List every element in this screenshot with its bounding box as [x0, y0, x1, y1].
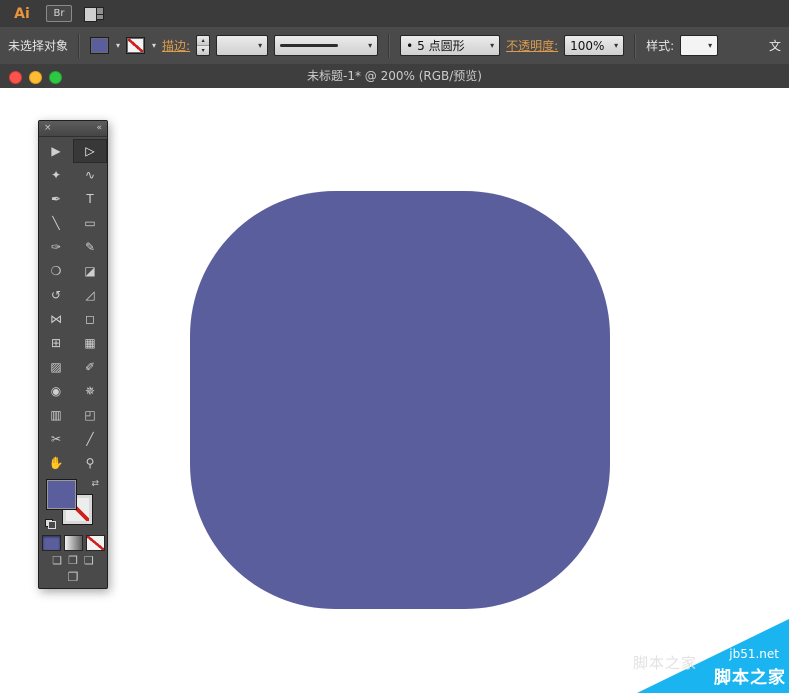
- symbol-sprayer-tool[interactable]: ✵: [73, 379, 107, 403]
- rotate-tool[interactable]: ↺: [39, 283, 73, 307]
- illustrator-logo: Ai: [14, 5, 30, 22]
- document-titlebar: 未标题-1* @ 200% (RGB/预览): [0, 64, 789, 89]
- document-setup-button-partial[interactable]: 文: [769, 37, 781, 54]
- control-bar: 未选择对象 ▾ ▾ 描边: ▴ ▾ ▾ ▾ • 5 点圆形 ▾ 不透明度: 10…: [0, 27, 789, 65]
- line-segment-tool[interactable]: ╲: [39, 211, 73, 235]
- workspace-layout-icon[interactable]: [84, 7, 104, 22]
- hand-tool[interactable]: ✋: [39, 451, 73, 475]
- chevron-down-icon[interactable]: ▾: [708, 41, 712, 50]
- step-down-icon[interactable]: ▾: [197, 46, 210, 55]
- pencil-tool[interactable]: ✎: [73, 235, 107, 259]
- width-profile-preview: [280, 44, 339, 47]
- fill-indicator[interactable]: [46, 479, 77, 510]
- chevron-down-icon[interactable]: ▾: [368, 41, 372, 50]
- gradient-tool[interactable]: ▨: [39, 355, 73, 379]
- document-title: 未标题-1* @ 200% (RGB/预览): [307, 69, 482, 83]
- drawing-mode-buttons: ❏ ❐ ❑: [39, 554, 107, 568]
- paint-gradient-button[interactable]: [63, 535, 83, 551]
- draw-normal-icon[interactable]: ❏: [52, 554, 62, 568]
- default-stroke-mini: [48, 521, 56, 529]
- paint-none-button[interactable]: [85, 535, 105, 551]
- chevron-down-icon[interactable]: ▾: [614, 41, 618, 50]
- knife-tool[interactable]: ╱: [73, 427, 107, 451]
- opacity-value: 100%: [570, 38, 605, 53]
- direct-selection-tool[interactable]: ▷: [73, 139, 107, 163]
- paintbrush-tool[interactable]: ✑: [39, 235, 73, 259]
- watermark-site-name: 脚本之家: [714, 668, 786, 688]
- draw-behind-icon[interactable]: ❐: [68, 554, 78, 568]
- opacity-field[interactable]: 100% ▾: [564, 35, 625, 56]
- tool-grid: ▶ ▷ ✦ ∿ ✒ T ╲ ▭ ✑ ✎ ❍ ◪ ↺ ◿ ⋈ ◻ ⊞ ▦ ▨ ✐ …: [39, 137, 107, 475]
- panel-close-icon[interactable]: ×: [44, 121, 52, 136]
- watermark-ghost-text: 脚本之家: [632, 654, 697, 672]
- scale-tool[interactable]: ◿: [73, 283, 107, 307]
- lasso-tool[interactable]: ∿: [73, 163, 107, 187]
- brush-bullet-icon: •: [406, 38, 414, 53]
- stroke-panel-link[interactable]: 描边:: [162, 37, 190, 54]
- tools-panel: × « ▶ ▷ ✦ ∿ ✒ T ╲ ▭ ✑ ✎ ❍ ◪ ↺ ◿ ⋈ ◻ ⊞ ▦ …: [38, 120, 108, 589]
- fill-stroke-indicator: ⇄: [45, 479, 101, 531]
- paint-style-buttons: [39, 535, 107, 551]
- column-graph-tool[interactable]: ▥: [39, 403, 73, 427]
- watermark-site-url: jb51.net: [729, 647, 779, 661]
- artboard-canvas[interactable]: 脚本之家 jb51.net 脚本之家: [0, 88, 789, 693]
- step-up-icon[interactable]: ▴: [197, 36, 210, 46]
- fill-dropdown-icon[interactable]: ▾: [116, 41, 120, 50]
- application-bar: Ai Br: [0, 0, 789, 28]
- pen-tool[interactable]: ✒: [39, 187, 73, 211]
- eyedropper-tool[interactable]: ✐: [73, 355, 107, 379]
- separator: [78, 33, 81, 58]
- fill-color-swatch[interactable]: [90, 37, 110, 54]
- separator: [388, 33, 391, 58]
- swap-fill-stroke-icon[interactable]: ⇄: [91, 479, 99, 489]
- magic-wand-tool[interactable]: ✦: [39, 163, 73, 187]
- style-swatch-field[interactable]: ▾: [680, 35, 719, 56]
- stroke-dropdown-icon[interactable]: ▾: [152, 41, 156, 50]
- zoom-tool[interactable]: ⚲: [73, 451, 107, 475]
- chevron-down-icon[interactable]: ▾: [490, 41, 494, 50]
- type-tool[interactable]: T: [73, 187, 107, 211]
- rectangle-tool[interactable]: ▭: [73, 211, 107, 235]
- mesh-tool[interactable]: ▦: [73, 331, 107, 355]
- selection-tool[interactable]: ▶: [39, 139, 73, 163]
- blob-brush-tool[interactable]: ❍: [39, 259, 73, 283]
- free-transform-tool[interactable]: ◻: [73, 307, 107, 331]
- paint-color-button[interactable]: [41, 535, 61, 551]
- tools-panel-header[interactable]: × «: [39, 121, 107, 137]
- selection-status-label: 未选择对象: [8, 39, 69, 53]
- opacity-panel-link[interactable]: 不透明度:: [506, 37, 558, 54]
- width-tool[interactable]: ⋈: [39, 307, 73, 331]
- bridge-button[interactable]: Br: [46, 5, 72, 22]
- panel-collapse-icon[interactable]: «: [96, 121, 102, 136]
- blend-tool[interactable]: ◉: [39, 379, 73, 403]
- stroke-weight-stepper[interactable]: ▴ ▾: [196, 35, 211, 56]
- separator: [634, 33, 637, 58]
- eraser-tool[interactable]: ◪: [73, 259, 107, 283]
- screen-mode-icon[interactable]: ❐: [68, 570, 79, 584]
- brush-definition-field[interactable]: • 5 点圆形 ▾: [400, 35, 501, 56]
- chevron-down-icon[interactable]: ▾: [258, 41, 262, 50]
- stroke-weight-field[interactable]: ▾: [216, 35, 269, 56]
- style-label: 样式:: [646, 39, 675, 53]
- workspace-pane-small-bottom: [96, 14, 104, 20]
- stroke-color-swatch[interactable]: [126, 37, 146, 54]
- variable-width-profile-field[interactable]: ▾: [274, 35, 379, 56]
- screen-mode-row: ❐: [39, 570, 107, 584]
- perspective-grid-tool[interactable]: ⊞: [39, 331, 73, 355]
- default-fill-stroke-icon[interactable]: [45, 519, 56, 529]
- artboard-tool[interactable]: ◰: [73, 403, 107, 427]
- brush-name: 5 点圆形: [417, 39, 465, 53]
- draw-inside-icon[interactable]: ❑: [84, 554, 94, 568]
- slice-tool[interactable]: ✂: [39, 427, 73, 451]
- rounded-square-shape[interactable]: [190, 191, 610, 609]
